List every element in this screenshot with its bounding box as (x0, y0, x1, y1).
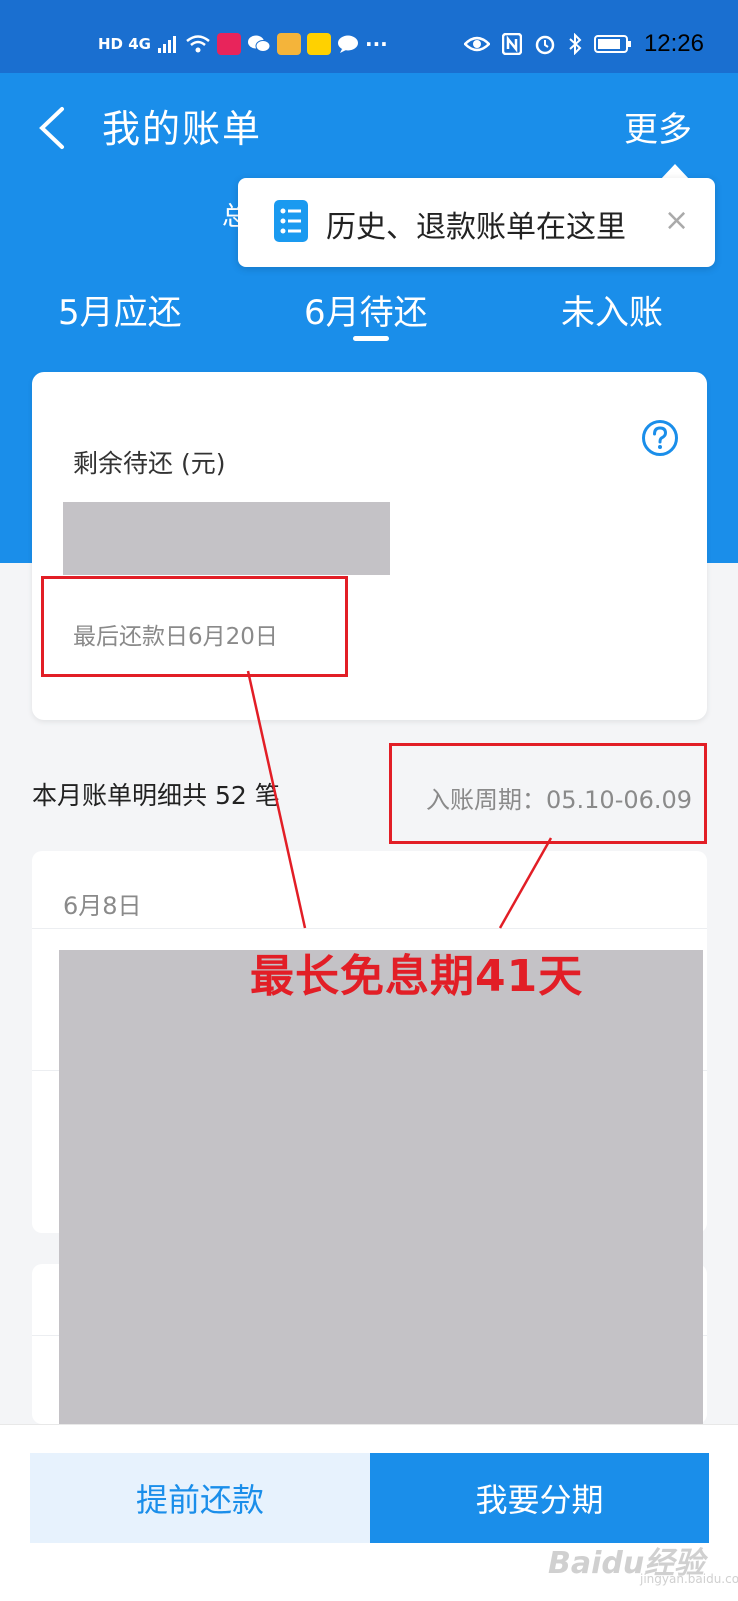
transactions-redacted (59, 950, 703, 1424)
app-notification-icon (216, 33, 241, 55)
more-notifications: ··· (364, 32, 388, 56)
amount-redacted (63, 502, 390, 575)
tooltip-text: 历史、退款账单在这里 (326, 210, 626, 245)
nfc-icon (501, 33, 522, 55)
active-tab-indicator (353, 336, 389, 341)
tab-june-pending[interactable]: 6月待还 (304, 285, 428, 334)
battery-icon (593, 35, 631, 53)
bill-count: 本月账单明细共 52 笔 (32, 781, 280, 810)
status-bar-left: HD 4G ··· (98, 28, 388, 60)
installment-button[interactable]: 我要分期 (370, 1453, 709, 1543)
clock: 12:26 (643, 30, 704, 57)
divider (32, 928, 707, 929)
close-icon[interactable]: × (664, 203, 689, 238)
back-arrow-icon[interactable] (34, 105, 74, 151)
network-label: HD 4G (98, 35, 151, 53)
meituan-icon (306, 33, 331, 55)
shopping-app-icon (276, 33, 301, 55)
alarm-icon (535, 35, 555, 55)
watermark-url: jingyan.baidu.com (640, 1572, 738, 1586)
date-label: 6月8日 (63, 892, 142, 920)
remaining-label: 剩余待还 (元) (73, 449, 226, 478)
annotation-box-due (41, 576, 348, 677)
wechat-icon (247, 35, 271, 52)
list-document-icon (274, 200, 308, 242)
bluetooth-icon (569, 33, 582, 55)
tab-unposted[interactable]: 未入账 (561, 285, 663, 334)
page-title: 我的账单 (102, 107, 263, 151)
tab-may-due[interactable]: 5月应还 (58, 285, 182, 334)
prepay-button[interactable]: 提前还款 (30, 1453, 370, 1543)
annotation-box-period (389, 743, 707, 844)
eye-icon (463, 36, 490, 52)
annotation-text: 最长免息期41天 (250, 951, 584, 1002)
message-icon (337, 35, 358, 53)
help-icon[interactable] (641, 419, 679, 457)
status-bar-right: 12:26 (463, 24, 704, 64)
signal-icon (157, 36, 176, 53)
wifi-icon (186, 35, 210, 53)
more-button[interactable]: 更多 (624, 102, 692, 151)
